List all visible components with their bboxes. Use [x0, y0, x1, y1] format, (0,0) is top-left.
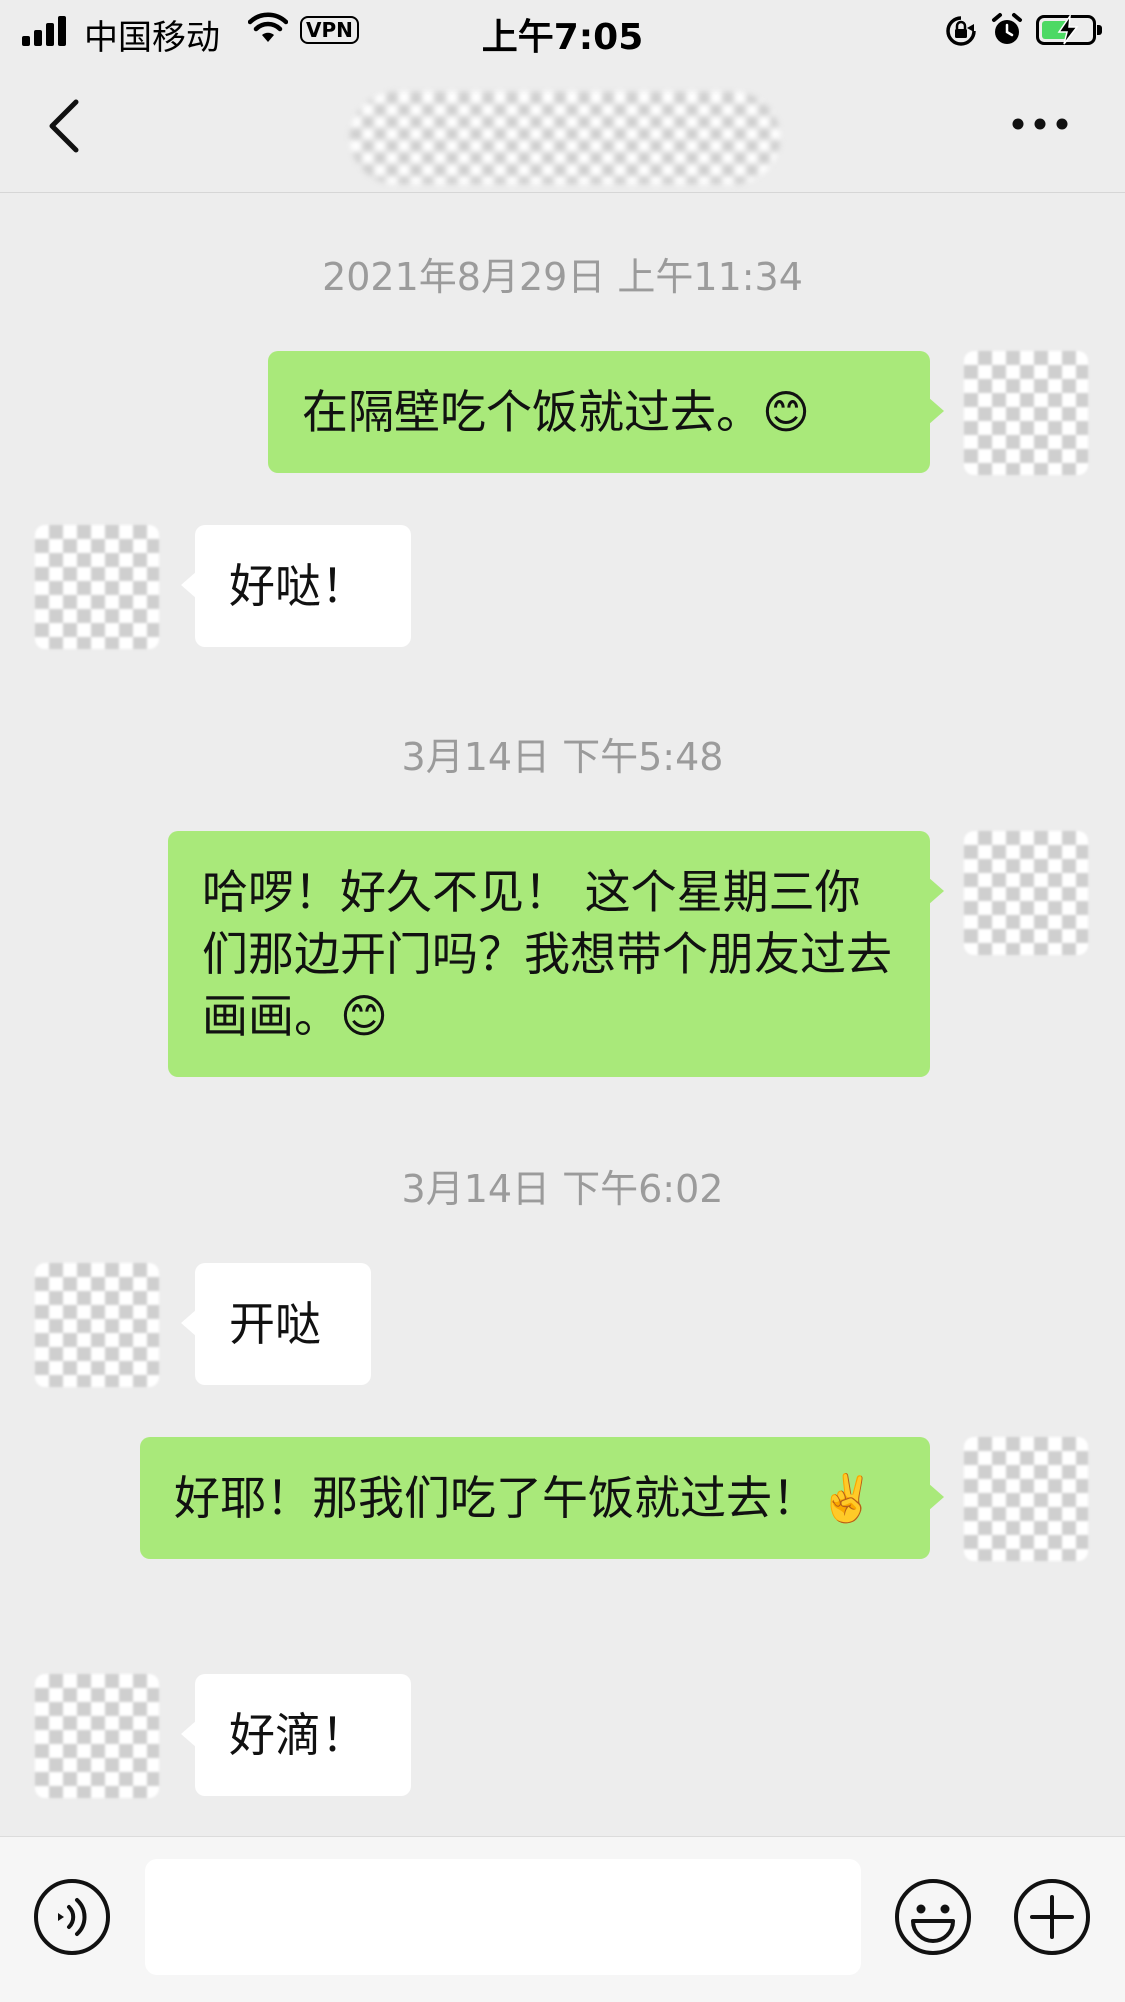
my-avatar[interactable] — [964, 831, 1088, 955]
contact-avatar[interactable] — [35, 525, 159, 649]
status-bar: 中国移动 VPN 上午7:05 — [0, 0, 1125, 62]
contact-avatar[interactable] — [35, 1674, 159, 1798]
my-avatar[interactable] — [964, 1437, 1088, 1561]
timestamp: 3月14日 下午5:48 — [401, 735, 724, 779]
timestamp: 3月14日 下午6:02 — [401, 1167, 724, 1211]
battery-icon — [1036, 15, 1102, 45]
rotation-lock-icon — [946, 16, 976, 46]
nav-bar — [0, 62, 1125, 193]
contact-avatar[interactable] — [35, 1263, 159, 1387]
input-bar — [0, 1836, 1125, 2002]
message-bubble-received[interactable]: 好哒！ — [181, 525, 411, 647]
chat-title-redacted — [350, 92, 780, 184]
message-bubble-received[interactable]: 好滴！ — [181, 1674, 411, 1796]
plus-icon[interactable] — [1012, 1877, 1092, 1957]
message-bubble-sent[interactable]: 在隔壁吃个饭就过去。😊 — [268, 351, 944, 473]
charging-bolt-icon — [1057, 15, 1079, 45]
voice-icon[interactable] — [32, 1877, 112, 1957]
my-avatar[interactable] — [964, 351, 1088, 475]
timestamp: 2021年8月29日 上午11:34 — [322, 255, 803, 299]
message-input[interactable] — [145, 1859, 861, 1975]
alarm-icon — [992, 13, 1022, 44]
message-bubble-sent[interactable]: 哈啰！好久不见！ 这个星期三你们那边开门吗？我想带个朋友过去画画。😊 — [168, 831, 944, 1077]
back-button[interactable] — [40, 96, 90, 156]
emoji-icon[interactable] — [893, 1877, 973, 1957]
message-bubble-received[interactable]: 开哒 — [181, 1263, 371, 1385]
message-bubble-sent[interactable]: 好耶！那我们吃了午饭就过去！✌️ — [140, 1437, 944, 1559]
more-options-button[interactable] — [1010, 114, 1070, 134]
